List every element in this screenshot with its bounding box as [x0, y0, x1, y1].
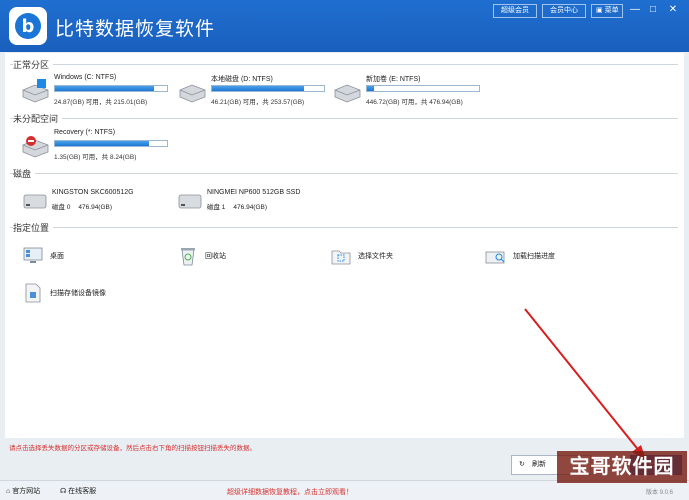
section-locations: 指定位置 — [5, 220, 684, 234]
recycle-bin-icon — [181, 248, 195, 266]
online-support-link[interactable]: ☊ 在线客服 — [60, 486, 96, 496]
location-label: 加载扫描进度 — [513, 253, 555, 260]
watermark-logo: 宝哥软件园 — [557, 451, 687, 483]
minimize-button[interactable]: — — [628, 3, 642, 17]
status-bar: ⌂ 官方网站 ☊ 在线客服 超级详细数据恢复教程，点击立即观看！ — [0, 480, 689, 500]
usage-fill — [367, 86, 374, 91]
section-unallocated: 未分配空间 — [5, 111, 684, 125]
disk-label: 磁盘 1 — [207, 204, 226, 211]
location-label: 扫描存储设备镜像 — [50, 290, 106, 297]
partition-e[interactable]: 新加卷 (E: NTFS) 446.72(GB) 可用，共 476.94(GB) — [332, 74, 502, 110]
headset-icon: ☊ — [60, 488, 67, 495]
usage-fill — [212, 86, 304, 91]
usage-fill — [55, 86, 154, 91]
tutorial-link[interactable]: 超级详细数据恢复教程，点击立即观看！ — [227, 487, 353, 497]
refresh-icon: ↻ — [519, 461, 525, 468]
app-logo: b — [9, 7, 47, 45]
windows-drive-icon — [22, 79, 49, 103]
title-bar: b 比特数据恢复软件 超级会员 会员中心 ▣ 菜单 — □ ✕ — [0, 0, 689, 52]
partition-info: 1.35(GB) 可用，共 8.24(GB) — [54, 154, 137, 161]
usage-bar — [211, 85, 325, 92]
official-website-link[interactable]: ⌂ 官方网站 — [6, 486, 40, 496]
location-disk-image[interactable]: 扫描存储设备镜像 — [22, 281, 172, 307]
recovery-drive-icon — [22, 136, 49, 158]
disk-size: 476.94(GB) — [78, 204, 113, 211]
instruction-hint: 请点击选择丢失数据的分区或存储设备，然后点击右下角的扫描按钮扫描丢失的数据。 — [9, 445, 256, 452]
location-label: 选择文件夹 — [358, 253, 393, 260]
section-disks: 磁盘 — [5, 166, 684, 180]
partition-name: Recovery (*: NTFS) — [54, 129, 116, 136]
logo-icon: b — [15, 13, 41, 39]
section-title: 正常分区 — [13, 58, 54, 71]
location-load-progress[interactable]: 加载扫描进度 — [485, 244, 635, 270]
location-label: 桌面 — [50, 253, 64, 260]
super-member-button[interactable]: 超级会员 — [493, 4, 537, 18]
section-normal-partitions: 正常分区 — [5, 57, 684, 71]
disk-label: 磁盘 0 — [52, 204, 71, 211]
home-icon: ⌂ — [6, 488, 11, 495]
usage-bar — [366, 85, 480, 92]
hard-disk-icon — [23, 194, 47, 209]
partition-info: 46.21(GB) 可用，共 253.57(GB) — [211, 99, 305, 106]
disk-name: KINGSTON SKC600512G — [52, 189, 134, 196]
disk-name: NINGMEI NP600 512GB SSD — [207, 189, 301, 196]
location-recycle-bin[interactable]: 回收站 — [177, 244, 327, 270]
section-title: 未分配空间 — [13, 112, 63, 125]
disk-1[interactable]: NINGMEI NP600 512GB SSD 磁盘 1 476.94(GB) — [177, 188, 347, 214]
menu-label: 菜单 — [604, 7, 619, 14]
location-desktop[interactable]: 桌面 — [22, 244, 172, 270]
user-icon: ▣ — [596, 7, 603, 14]
partition-recovery[interactable]: Recovery (*: NTFS) 1.35(GB) 可用，共 8.24(GB… — [20, 129, 190, 165]
drive-icon — [334, 84, 361, 103]
partition-name: 新加卷 (E: NTFS) — [366, 76, 421, 83]
usage-bar — [54, 85, 168, 92]
partition-name: Windows (C: NTFS) — [54, 74, 117, 81]
partition-info: 446.72(GB) 可用，共 476.94(GB) — [366, 99, 463, 106]
refresh-label: 刷新 — [532, 461, 546, 468]
location-choose-folder[interactable]: 选择文件夹 — [330, 244, 480, 270]
drive-icon — [179, 84, 206, 103]
menu-button[interactable]: ▣ 菜单 — [591, 4, 623, 18]
load-progress-icon — [485, 251, 505, 264]
partition-c[interactable]: Windows (C: NTFS) 24.87(GB) 可用，共 215.01(… — [20, 74, 190, 110]
partition-info: 24.87(GB) 可用，共 215.01(GB) — [54, 99, 148, 106]
location-label: 回收站 — [205, 253, 226, 260]
hard-disk-icon — [178, 194, 202, 209]
support-label: 在线客服 — [68, 488, 97, 495]
member-center-button[interactable]: 会员中心 — [542, 4, 586, 18]
usage-fill — [55, 141, 150, 146]
main-panel: 正常分区 Windows (C: NTFS) 24.87(GB) 可用，共 21… — [5, 53, 684, 438]
usage-bar — [54, 140, 168, 147]
folder-icon — [331, 250, 351, 265]
partition-d[interactable]: 本地磁盘 (D: NTFS) 46.21(GB) 可用，共 253.57(GB) — [177, 74, 347, 110]
section-title: 磁盘 — [13, 167, 36, 180]
disk-image-icon — [25, 283, 41, 303]
close-button[interactable]: ✕ — [666, 3, 680, 17]
section-title: 指定位置 — [13, 221, 54, 234]
disk-0[interactable]: KINGSTON SKC600512G 磁盘 0 476.94(GB) — [22, 188, 192, 214]
desktop-icon — [23, 247, 43, 263]
disk-size: 476.94(GB) — [233, 204, 268, 211]
app-title: 比特数据恢复软件 — [55, 18, 216, 40]
restore-button[interactable]: □ — [646, 3, 660, 17]
version-label: 版本 9.0.6 — [646, 490, 674, 496]
website-label: 官方网站 — [12, 488, 41, 495]
partition-name: 本地磁盘 (D: NTFS) — [211, 76, 273, 83]
